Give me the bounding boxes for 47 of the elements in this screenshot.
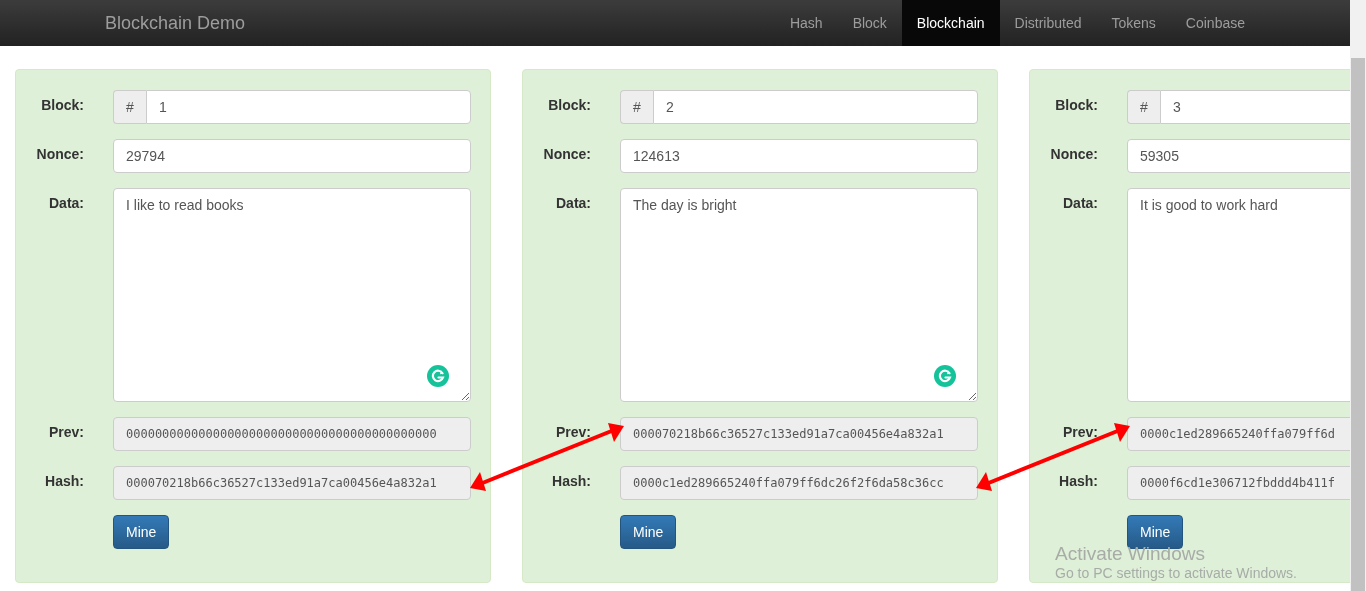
scrollbar[interactable]: [1350, 0, 1366, 591]
brand-link[interactable]: Blockchain Demo: [105, 12, 246, 34]
field-label: Block:: [1054, 96, 1098, 115]
nav-tab[interactable]: Coinbase: [1170, 0, 1260, 46]
writing-assistant-icon[interactable]: [934, 365, 956, 387]
writing-assistant-icon[interactable]: [427, 365, 449, 387]
nav-tab[interactable]: Block: [837, 0, 902, 46]
hash-field[interactable]: 000070218b66c36527c133ed91a7ca00456e4a832a1: [113, 466, 471, 500]
nav-tab[interactable]: Blockchain: [901, 0, 1000, 46]
field-label: Prev:: [554, 423, 591, 442]
field-label: Data:: [555, 194, 591, 213]
field-label: Prev:: [47, 423, 84, 442]
hash-sign-addon: #: [1127, 90, 1160, 124]
mine-button[interactable]: Mine: [620, 515, 677, 549]
field-label: Hash:: [551, 472, 591, 491]
field-label: Block:: [40, 96, 84, 115]
nonce-field[interactable]: 59305: [1127, 139, 1350, 173]
field-label: Block:: [547, 96, 591, 115]
field-label: Hash:: [1058, 472, 1098, 491]
scrollbar-thumb[interactable]: [1351, 58, 1365, 591]
hash-field[interactable]: 0000c1ed289665240ffa079ff6dc26f2f6da58c36cc: [620, 466, 978, 500]
block-number-field[interactable]: 3: [1160, 90, 1350, 124]
field-label: Hash:: [44, 472, 84, 491]
nonce-field[interactable]: 29794: [113, 139, 471, 173]
prev-hash-field[interactable]: 0000c1ed289665240ffa079ff6d: [1127, 417, 1350, 451]
block-number-field[interactable]: 1: [146, 90, 471, 124]
data-field[interactable]: The day is bright: [620, 188, 978, 402]
field-label: Data:: [1062, 194, 1098, 213]
nav-tab[interactable]: Hash: [774, 0, 838, 46]
activation-hint: Go to PC settings to activate Windows.: [1055, 565, 1297, 581]
nonce-field[interactable]: 124613: [620, 139, 978, 173]
field-label: Prev:: [1061, 423, 1098, 442]
block-number-field[interactable]: 2: [653, 90, 978, 124]
nav-tab[interactable]: Tokens: [1096, 0, 1171, 46]
mine-button[interactable]: Mine: [113, 515, 170, 549]
field-label: Nonce:: [542, 145, 591, 164]
nav-tab[interactable]: Distributed: [999, 0, 1097, 46]
data-field[interactable]: I like to read books: [113, 188, 471, 402]
field-label: Data:: [48, 194, 84, 213]
prev-hash-field[interactable]: 000070218b66c36527c133ed91a7ca00456e4a832a1: [620, 417, 978, 451]
hash-sign-addon: #: [113, 90, 146, 124]
field-label: Nonce:: [1049, 145, 1098, 164]
hash-field[interactable]: 0000f6cd1e306712fbddd4b411f: [1127, 466, 1350, 500]
prev-hash-field[interactable]: 0000000000000000000000000000000000000000000: [113, 417, 471, 451]
data-field[interactable]: It is good to work hard: [1127, 188, 1350, 402]
field-label: Nonce:: [35, 145, 84, 164]
hash-sign-addon: #: [620, 90, 653, 124]
